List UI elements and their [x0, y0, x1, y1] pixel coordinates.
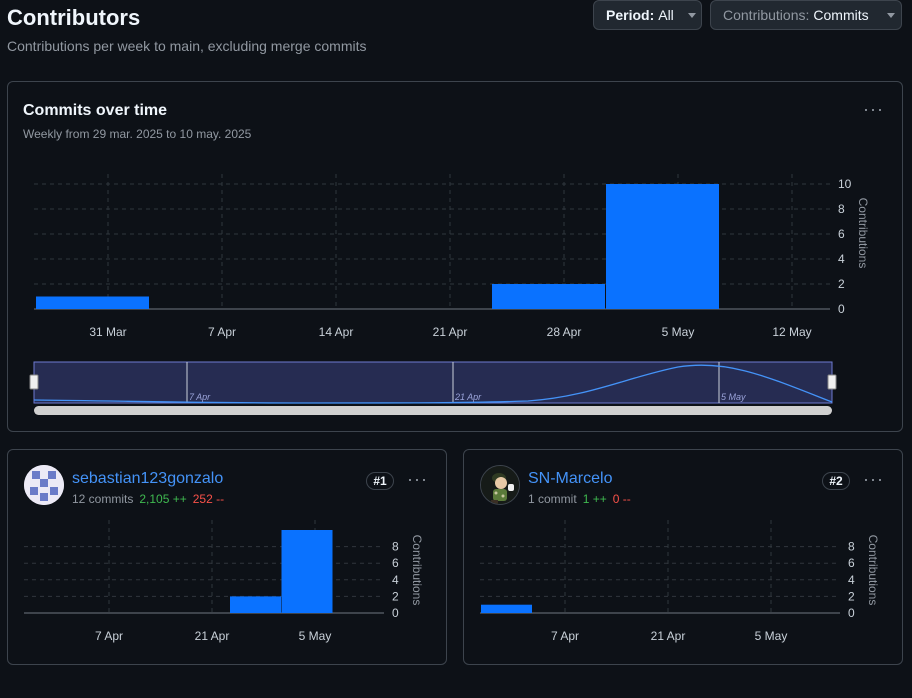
x-tick-label: 21 Apr [433, 325, 468, 339]
rank-badge: #1 [366, 472, 394, 490]
y-tick-label: 6 [392, 556, 399, 570]
y-axis-label: Contributions [866, 535, 880, 606]
period-dropdown-button[interactable]: Period: All [593, 0, 702, 30]
x-tick-label: 5 May [662, 325, 695, 339]
x-tick-label: 14 Apr [319, 325, 354, 339]
y-tick-label: 10 [838, 177, 852, 191]
x-tick-label: 31 Mar [89, 325, 126, 339]
contributions-dropdown-button[interactable]: Contributions: Commits [710, 0, 902, 30]
y-tick-label: 2 [848, 589, 855, 603]
y-tick-label: 6 [838, 227, 845, 241]
bar [481, 604, 532, 613]
contributor-card: sebastian123gonzalo 12 commits 2,105 ++ 25… [7, 449, 447, 665]
x-tick-label: 12 May [772, 325, 811, 339]
contributor-stats: 1 commit 1 ++ 0 -- [528, 492, 631, 506]
navigator-left-handle[interactable] [29, 374, 39, 390]
contributor-card: SN-Marcelo 1 commit 1 ++ 0 -- #2 ··· 0 2 4 6 8… [463, 449, 903, 665]
y-tick-label: 4 [392, 573, 399, 587]
bar [492, 284, 605, 309]
x-tick-label: 21 Apr [651, 629, 686, 643]
navigator-label: 21 Apr [454, 392, 482, 402]
contributor-chart: 0 2 4 6 8 7 Apr 21 Apr 5 May Contributions [480, 520, 880, 643]
x-tick-label: 5 May [299, 629, 332, 643]
y-axis-label: Contributions [856, 198, 870, 269]
kebab-horizontal-icon[interactable]: ··· [863, 470, 884, 488]
contributor-stats: 12 commits 2,105 ++ 252 -- [72, 492, 224, 506]
bar [230, 596, 281, 613]
cartoon-avatar[interactable] [480, 465, 520, 505]
y-tick-label: 4 [848, 573, 855, 587]
x-tick-label: 5 May [755, 629, 788, 643]
chevron-down-icon [886, 12, 895, 18]
additions-count: 2,105 ++ [139, 492, 187, 506]
overview-title: Commits over time [23, 102, 168, 119]
bar [281, 530, 333, 613]
contributor-chart: 0 2 4 6 8 7 Apr 21 Apr 5 May Contributions [24, 520, 424, 643]
x-tick-label: 21 Apr [195, 629, 230, 643]
chevron-down-icon [687, 12, 696, 18]
page-subtitle: Contributions per week to main, excludin… [7, 38, 367, 54]
period-label: Period: [606, 7, 655, 23]
commit-count[interactable]: 12 commits [72, 492, 133, 506]
deletions-count: 0 -- [612, 492, 631, 506]
identicon-avatar[interactable] [24, 465, 64, 505]
commits-over-time-card: Commits over time Weekly from 29 mar. 20… [7, 81, 903, 432]
deletions-count: 252 -- [192, 492, 225, 506]
y-tick-label: 2 [838, 277, 845, 291]
y-tick-label: 4 [838, 252, 845, 266]
bar [606, 184, 719, 309]
x-tick-label: 28 Apr [547, 325, 582, 339]
navigator-label: 5 May [721, 392, 746, 402]
x-tick-label: 7 Apr [551, 629, 579, 643]
contributor-name-link[interactable]: sebastian123gonzalo [72, 470, 223, 488]
y-tick-label: 0 [392, 606, 399, 620]
rank-badge: #2 [822, 472, 850, 490]
period-value: All [658, 7, 674, 23]
y-tick-label: 0 [848, 606, 855, 620]
page-title: Contributors [7, 5, 141, 30]
range-navigator[interactable]: 7 Apr 21 Apr 5 May [29, 361, 837, 415]
cartoon-character-icon [481, 466, 519, 504]
y-tick-label: 2 [392, 589, 399, 603]
y-tick-label: 8 [838, 202, 845, 216]
contributions-label: Contributions: [723, 7, 810, 23]
x-tick-label: 7 Apr [95, 629, 123, 643]
navigator-scrollbar[interactable] [34, 406, 832, 415]
contributions-value: Commits [813, 7, 869, 23]
x-tick-label: 7 Apr [208, 325, 236, 339]
identicon-icon [24, 465, 64, 505]
navigator-label: 7 Apr [189, 392, 211, 402]
kebab-horizontal-icon[interactable]: ··· [407, 470, 428, 488]
y-tick-label: 0 [838, 302, 845, 316]
additions-count: 1 ++ [582, 492, 607, 506]
navigator-right-handle[interactable] [827, 374, 837, 390]
contributor-name-link[interactable]: SN-Marcelo [528, 470, 612, 488]
y-tick-label: 8 [848, 540, 855, 554]
overview-subtitle: Weekly from 29 mar. 2025 to 10 may. 2025 [23, 127, 252, 141]
bar [36, 296, 149, 309]
main-chart: 0 2 4 6 8 10 31 Mar 7 Apr 14 Apr 21 Apr 28 Apr 5 M… [29, 174, 870, 415]
y-axis-label: Contributions [410, 535, 424, 606]
navigator-background [33, 361, 833, 404]
kebab-horizontal-icon[interactable]: ··· [863, 100, 884, 118]
y-tick-label: 8 [392, 540, 399, 554]
commit-count[interactable]: 1 commit [528, 492, 577, 506]
y-tick-label: 6 [848, 556, 855, 570]
